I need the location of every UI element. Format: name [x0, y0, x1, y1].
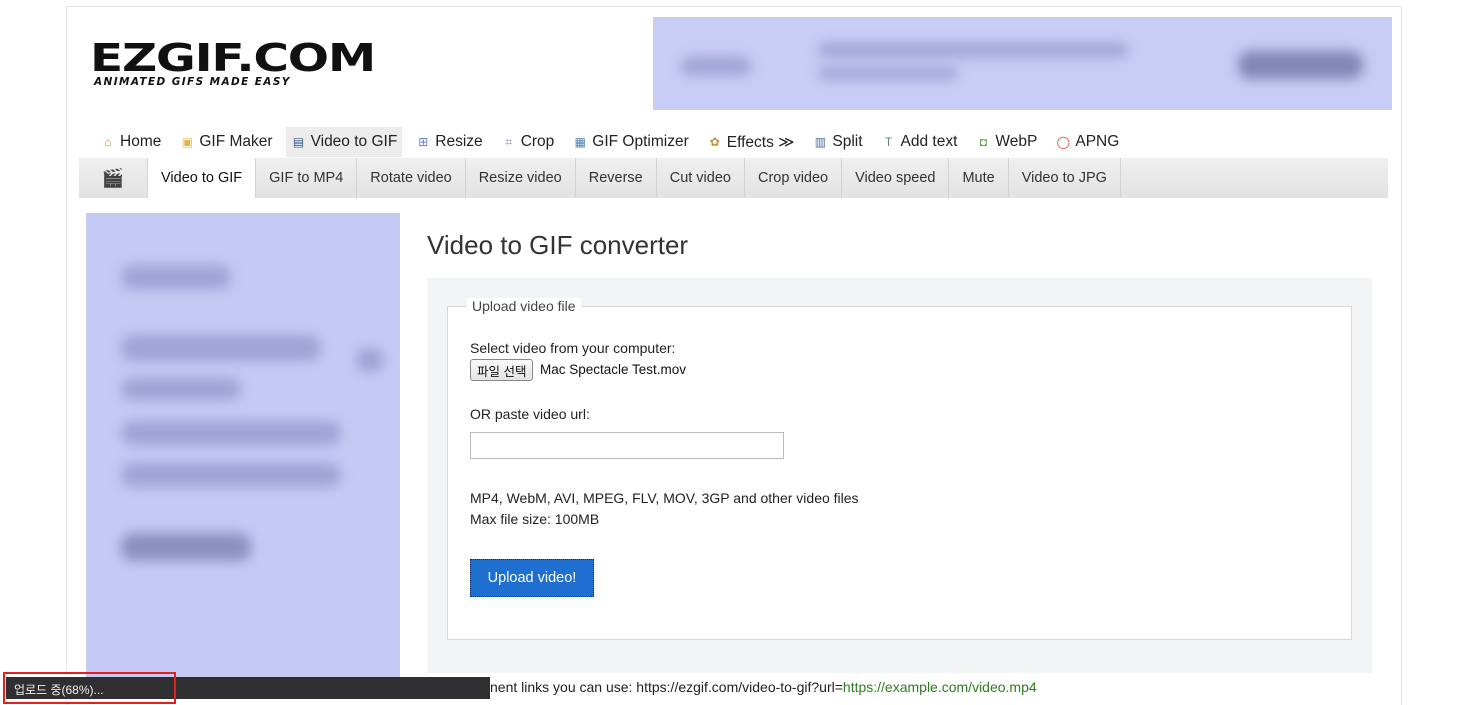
url-label: OR paste video url:: [470, 406, 590, 422]
sub-nav-tab-mute[interactable]: Mute: [949, 158, 1009, 198]
permanent-links-prefix: nent links you can use: https://ezgif.co…: [490, 679, 843, 695]
main-nav-item-webp[interactable]: ◘ WebP: [970, 127, 1042, 157]
sub-nav-tab-rotate-video[interactable]: Rotate video: [357, 158, 466, 198]
upload-form-panel: Upload video file Select video from your…: [427, 278, 1372, 673]
select-file-label: Select video from your computer:: [470, 340, 676, 356]
page-title: Video to GIF converter: [427, 230, 689, 260]
sub-nav-tab-crop-video[interactable]: Crop video: [745, 158, 843, 198]
main-nav-item-add-text[interactable]: T Add text: [876, 127, 963, 157]
main-nav-label: GIF Optimizer: [592, 133, 689, 150]
main-nav-item-gif-maker[interactable]: ▣ GIF Maker: [174, 127, 277, 157]
main-nav-item-gif-optimizer[interactable]: ▦ GIF Optimizer: [567, 127, 693, 157]
side-ad-banner[interactable]: [86, 213, 400, 693]
status-highlight-box: [3, 672, 176, 704]
clapperboard-icon: 🎬: [101, 167, 125, 188]
choose-file-button[interactable]: 파일 선택: [470, 359, 534, 381]
sub-nav-tab-video-speed[interactable]: Video speed: [842, 158, 950, 198]
film-icon: ▤: [292, 135, 305, 149]
sub-nav: 🎬 Video to GIF GIF to MP4 Rotate video Resi…: [79, 158, 1388, 198]
main-nav-item-apng[interactable]: ◯ APNG: [1050, 127, 1124, 157]
main-nav-label: Resize: [435, 133, 483, 150]
sub-nav-tab-resize-video[interactable]: Resize video: [466, 158, 576, 198]
main-nav-label: Video to GIF: [310, 133, 398, 150]
main-nav-label: GIF Maker: [199, 133, 273, 150]
sub-nav-tab-video-to-jpg[interactable]: Video to JPG: [1009, 158, 1121, 198]
crop-icon: ⌗: [505, 135, 513, 149]
effects-icon: ✿: [709, 135, 720, 149]
upload-fieldset: Upload video file Select video from your…: [447, 298, 1352, 640]
example-url-link[interactable]: https://example.com/video.mp4: [843, 679, 1037, 695]
apng-icon: ◯: [1056, 135, 1071, 149]
top-ad-banner[interactable]: [653, 17, 1392, 110]
main-nav-item-resize[interactable]: ⊞ Resize: [410, 127, 487, 157]
video-url-input[interactable]: [470, 432, 784, 459]
main-nav-item-home[interactable]: ⌂ Home: [95, 127, 166, 157]
split-icon: ▥: [814, 135, 827, 149]
main-nav-label: Split: [832, 133, 863, 150]
sub-nav-tab-cut-video[interactable]: Cut video: [657, 158, 745, 198]
main-nav-item-effects[interactable]: ✿ Effects ≫: [702, 127, 800, 157]
main-nav-label: Add text: [900, 133, 958, 150]
add-text-icon: T: [884, 135, 893, 149]
main-nav-label: Crop: [520, 133, 555, 150]
main-nav-item-split[interactable]: ▥ Split: [807, 127, 867, 157]
main-nav-label: Effects ≫: [726, 133, 795, 151]
max-file-size-text: Max file size: 100MB: [470, 511, 600, 527]
home-icon: ⌂: [104, 135, 112, 149]
permanent-links-text: nent links you can use: https://ezgif.co…: [490, 679, 1037, 695]
fieldset-legend: Upload video file: [467, 298, 581, 314]
optimizer-icon: ▦: [574, 135, 586, 149]
main-nav-label: APNG: [1075, 133, 1120, 150]
upload-video-button[interactable]: Upload video!: [470, 559, 594, 597]
gif-maker-icon: ▣: [181, 135, 194, 149]
sub-nav-tab-gif-to-mp4[interactable]: GIF to MP4: [256, 158, 358, 198]
main-nav-label: Home: [120, 133, 162, 150]
main-nav-item-video-to-gif[interactable]: ▤ Video to GIF: [285, 127, 403, 157]
main-nav-label: WebP: [995, 133, 1038, 150]
sub-nav-tab-reverse[interactable]: Reverse: [576, 158, 657, 198]
supported-formats-text: MP4, WebM, AVI, MPEG, FLV, MOV, 3GP and …: [470, 490, 859, 506]
webp-icon: ◘: [979, 135, 988, 149]
main-nav: ⌂ Home ▣ GIF Maker ▤ Video to GIF ⊞ Resize ⌗ Crop…: [95, 127, 1132, 157]
main-nav-item-crop[interactable]: ⌗ Crop: [496, 127, 560, 157]
logo-wordmark: EZGIF.COM: [90, 36, 376, 80]
ezgif-logo[interactable]: EZGIF.COM ANIMATED GIFS MADE EASY: [90, 39, 376, 88]
sub-nav-tab-video-to-gif[interactable]: Video to GIF: [147, 158, 257, 198]
resize-icon: ⊞: [418, 135, 429, 149]
selected-file-name: Mac Spectacle Test.mov: [540, 362, 687, 377]
